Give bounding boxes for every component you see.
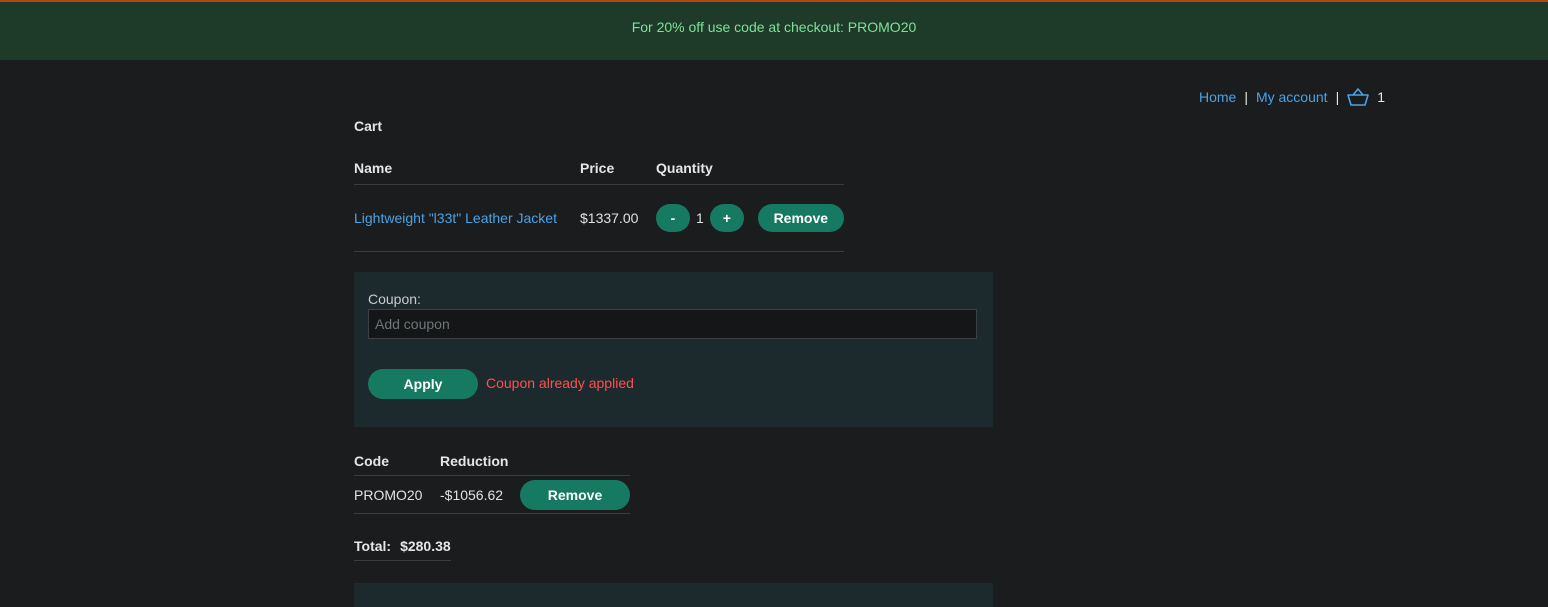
cart-link[interactable]: 1 [1347, 88, 1385, 106]
column-header-code: Code [354, 453, 389, 469]
column-header-price: Price [580, 160, 615, 176]
home-link[interactable]: Home [1199, 88, 1236, 106]
nav-separator: | [1244, 89, 1248, 105]
nav-separator: | [1335, 89, 1340, 105]
cart-count: 1 [1377, 89, 1385, 105]
column-header-quantity: Quantity [656, 160, 713, 176]
table-row: Lightweight "l33t" Leather Jacket $1337.… [354, 185, 844, 252]
promo-banner: For 20% off use code at checkout: PROMO2… [0, 2, 1548, 60]
discount-table-header: Code Reduction [354, 453, 630, 476]
total-value: $280.38 [400, 538, 451, 554]
my-account-link[interactable]: My account [1256, 88, 1328, 106]
remove-coupon-button[interactable]: Remove [520, 479, 630, 510]
discount-code: PROMO20 [354, 486, 423, 503]
cart-title: Cart [354, 118, 383, 134]
cart-table-header: Name Price Quantity [354, 160, 844, 185]
product-name-cell: Lightweight "l33t" Leather Jacket [354, 210, 580, 226]
quantity-value: 1 [696, 210, 704, 226]
total-label: Total: [354, 538, 392, 554]
top-nav: Home | My account | 1 [1199, 88, 1385, 106]
table-row: PROMO20 -$1056.62 Remove [354, 476, 630, 514]
coupon-input[interactable] [368, 309, 977, 339]
decrement-button[interactable]: - [656, 204, 690, 232]
increment-button[interactable]: + [709, 204, 744, 232]
cart-table: Name Price Quantity Lightweight "l33t" L… [354, 160, 844, 252]
order-total: Total: $280.38 [354, 538, 451, 561]
discount-reduction: -$1056.62 [440, 486, 504, 503]
remove-item-button[interactable]: Remove [757, 204, 844, 232]
checkout-section [354, 583, 993, 607]
discount-table: Code Reduction PROMO20 -$1056.62 Remove [354, 453, 630, 514]
promo-banner-text: For 20% off use code at checkout: PROMO2… [631, 19, 917, 35]
quantity-stepper: - 1 + Remove [656, 204, 844, 232]
basket-icon [1347, 88, 1370, 106]
column-header-reduction: Reduction [440, 453, 509, 469]
product-link[interactable]: Lightweight "l33t" Leather Jacket [354, 210, 557, 226]
column-header-name: Name [354, 160, 393, 176]
coupon-label: Coupon: [368, 291, 421, 307]
product-price: $1337.00 [580, 210, 639, 226]
coupon-error-message: Coupon already applied [486, 375, 634, 391]
apply-coupon-button[interactable]: Apply [368, 369, 478, 399]
coupon-form: Coupon: Apply Coupon already applied [354, 272, 993, 427]
